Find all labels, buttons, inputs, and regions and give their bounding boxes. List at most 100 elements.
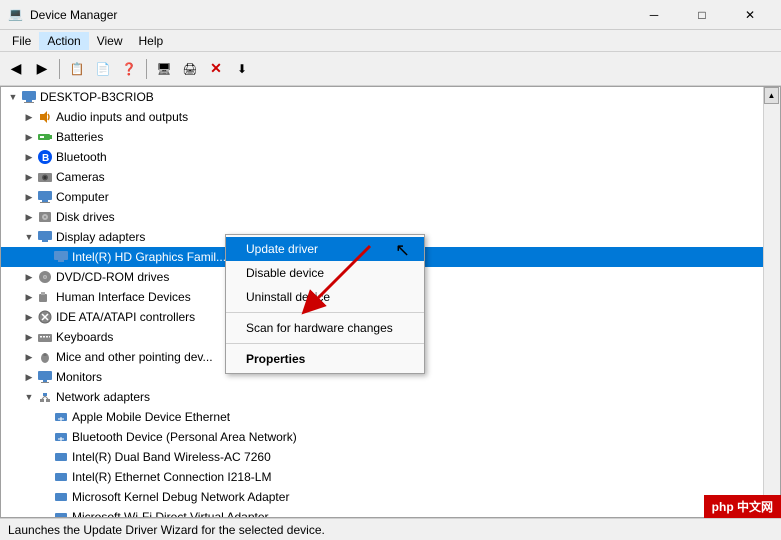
icon-bt-pan <box>53 429 69 445</box>
menu-file[interactable]: File <box>4 32 39 50</box>
toolbar: ◀ ▶ 📋 📄 ❓ 🖥 🖨 ✕ ⬇ <box>0 52 781 86</box>
menu-bar: File Action View Help <box>0 30 781 52</box>
tree-label-disk: Disk drives <box>56 210 115 224</box>
toolbar-drivers[interactable]: 📄 <box>91 57 115 81</box>
menu-view[interactable]: View <box>89 32 131 50</box>
title-bar: 💻 Device Manager ─ □ ✕ <box>0 0 781 30</box>
watermark: php 中文网 <box>704 495 781 518</box>
menu-action[interactable]: Action <box>39 32 88 50</box>
icon-ms-kernel <box>53 489 69 505</box>
expand-icon-hid: ▶ <box>21 289 37 305</box>
icon-intel <box>53 249 69 265</box>
tree-item-ms-wifi1[interactable]: Microsoft Wi-Fi Direct Virtual Adapter <box>1 507 780 518</box>
toolbar-sep-2 <box>146 59 147 79</box>
icon-network <box>37 389 53 405</box>
tree-label-intel-eth: Intel(R) Ethernet Connection I218-LM <box>72 470 271 484</box>
toolbar-back[interactable]: ◀ <box>4 57 28 81</box>
tree-item-computer[interactable]: ▶ Computer <box>1 187 780 207</box>
tree-item-root[interactable]: ▼ DESKTOP-B3CRIOB <box>1 87 780 107</box>
toolbar-forward[interactable]: ▶ <box>30 57 54 81</box>
context-menu: Update driver Disable device Uninstall d… <box>225 234 425 374</box>
svg-text:B: B <box>42 153 49 164</box>
expand-icon-apple-eth <box>37 409 53 425</box>
expand-icon-intel-eth <box>37 469 53 485</box>
tree-label-computer: Computer <box>56 190 109 204</box>
context-menu-sep-2 <box>226 343 424 344</box>
expand-icon-display: ▼ <box>21 229 37 245</box>
toolbar-properties[interactable]: 📋 <box>65 57 89 81</box>
toolbar-help[interactable]: ❓ <box>117 57 141 81</box>
tree-label-intel-wifi: Intel(R) Dual Band Wireless-AC 7260 <box>72 450 271 464</box>
expand-icon-monitors: ▶ <box>21 369 37 385</box>
status-bar: Launches the Update Driver Wizard for th… <box>0 518 781 540</box>
maximize-button[interactable]: □ <box>679 0 725 30</box>
tree-item-audio[interactable]: ▶ Audio inputs and outputs <box>1 107 780 127</box>
icon-disk <box>37 209 53 225</box>
scroll-up-button[interactable]: ▲ <box>764 87 779 104</box>
toolbar-print[interactable]: 🖨 <box>178 57 202 81</box>
icon-keyboards <box>37 329 53 345</box>
expand-icon-ms-kernel <box>37 489 53 505</box>
icon-cameras <box>37 169 53 185</box>
expand-icon-audio: ▶ <box>21 109 37 125</box>
expand-icon-disk: ▶ <box>21 209 37 225</box>
icon-hid <box>37 289 53 305</box>
tree-label-intel: Intel(R) HD Graphics Famil... <box>72 250 226 264</box>
icon-intel-eth <box>53 469 69 485</box>
tree-item-bluetooth[interactable]: ▶ B Bluetooth <box>1 147 780 167</box>
tree-label-root: DESKTOP-B3CRIOB <box>40 90 154 104</box>
icon-ide <box>37 309 53 325</box>
icon-audio <box>37 109 53 125</box>
expand-icon-mice: ▶ <box>21 349 37 365</box>
tree-item-cameras[interactable]: ▶ Cameras <box>1 167 780 187</box>
expand-icon-ms-wifi1 <box>37 509 53 518</box>
tree-item-bt-pan[interactable]: Bluetooth Device (Personal Area Network) <box>1 427 780 447</box>
tree-item-intel-wifi[interactable]: Intel(R) Dual Band Wireless-AC 7260 <box>1 447 780 467</box>
expand-icon-batteries: ▶ <box>21 129 37 145</box>
expand-icon-keyboards: ▶ <box>21 329 37 345</box>
tree-label-monitors: Monitors <box>56 370 102 384</box>
context-menu-sep-1 <box>226 312 424 313</box>
close-button[interactable]: ✕ <box>727 0 773 30</box>
app-icon: 💻 <box>8 7 24 23</box>
expand-icon-dvd: ▶ <box>21 269 37 285</box>
toolbar-download[interactable]: ⬇ <box>230 57 254 81</box>
toolbar-scan[interactable]: 🖥 <box>152 57 176 81</box>
tree-item-disk[interactable]: ▶ Disk drives <box>1 207 780 227</box>
tree-label-bt-pan: Bluetooth Device (Personal Area Network) <box>72 430 297 444</box>
icon-intel-wifi <box>53 449 69 465</box>
expand-icon-intel <box>37 249 53 265</box>
icon-display <box>37 229 53 245</box>
context-menu-properties[interactable]: Properties <box>226 347 424 371</box>
icon-apple-eth <box>53 409 69 425</box>
tree-label-bluetooth: Bluetooth <box>56 150 107 164</box>
toolbar-remove[interactable]: ✕ <box>204 57 228 81</box>
expand-icon-root: ▼ <box>5 89 21 105</box>
icon-ms-wifi1 <box>53 509 69 518</box>
tree-item-ms-kernel[interactable]: Microsoft Kernel Debug Network Adapter <box>1 487 780 507</box>
context-menu-uninstall-device[interactable]: Uninstall device <box>226 285 424 309</box>
tree-label-dvd: DVD/CD-ROM drives <box>56 270 169 284</box>
context-menu-scan-hardware[interactable]: Scan for hardware changes <box>226 316 424 340</box>
icon-dvd <box>37 269 53 285</box>
tree-label-ms-kernel: Microsoft Kernel Debug Network Adapter <box>72 490 289 504</box>
icon-bluetooth: B <box>37 149 53 165</box>
tree-item-intel-eth[interactable]: Intel(R) Ethernet Connection I218-LM <box>1 467 780 487</box>
toolbar-sep-1 <box>59 59 60 79</box>
tree-item-batteries[interactable]: ▶ Batteries <box>1 127 780 147</box>
tree-label-mice: Mice and other pointing dev... <box>56 350 213 364</box>
tree-item-network[interactable]: ▼ Network adapters <box>1 387 780 407</box>
tree-label-batteries: Batteries <box>56 130 103 144</box>
menu-help[interactable]: Help <box>131 32 172 50</box>
tree-label-audio: Audio inputs and outputs <box>56 110 188 124</box>
icon-batteries <box>37 129 53 145</box>
context-menu-disable-device[interactable]: Disable device <box>226 261 424 285</box>
minimize-button[interactable]: ─ <box>631 0 677 30</box>
tree-item-apple-ethernet[interactable]: Apple Mobile Device Ethernet <box>1 407 780 427</box>
tree-label-keyboards: Keyboards <box>56 330 113 344</box>
tree-label-cameras: Cameras <box>56 170 105 184</box>
scrollbar[interactable]: ▲ ▼ <box>763 87 780 517</box>
status-text: Launches the Update Driver Wizard for th… <box>8 523 325 537</box>
context-menu-update-driver[interactable]: Update driver <box>226 237 424 261</box>
title-bar-controls: ─ □ ✕ <box>631 0 773 30</box>
